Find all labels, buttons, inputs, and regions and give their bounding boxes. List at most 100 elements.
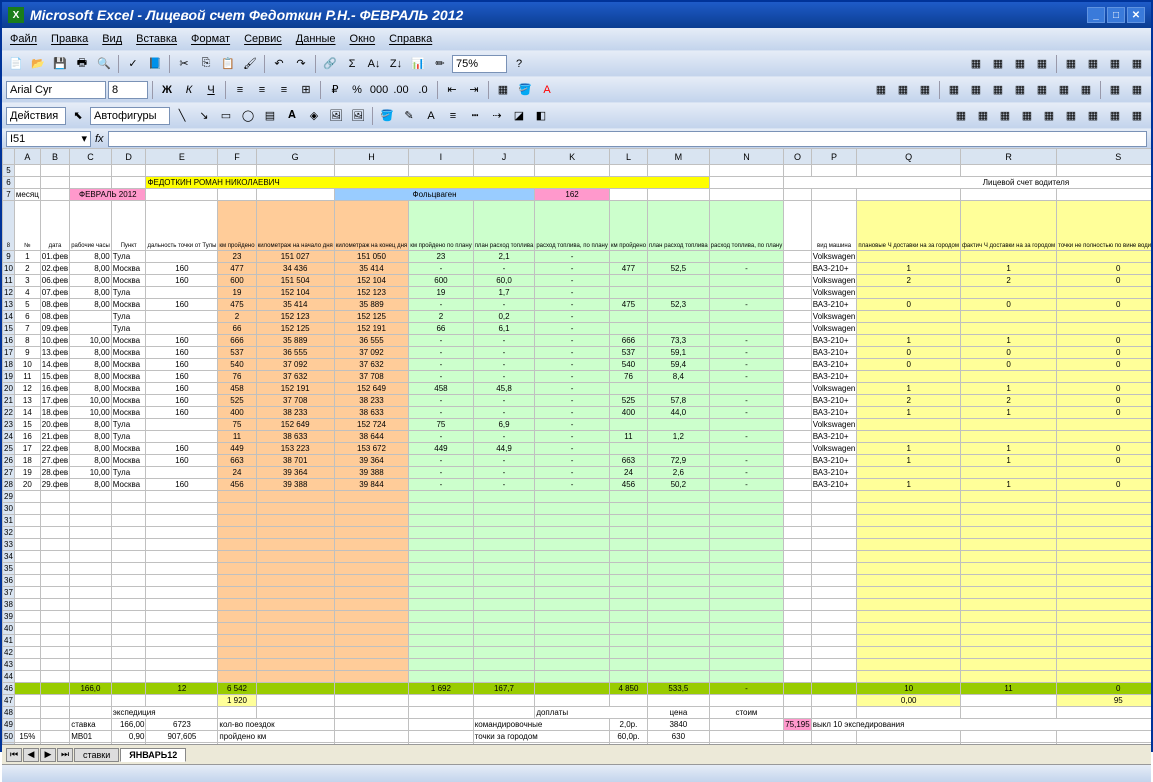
shadow-icon[interactable]: ◪ <box>509 106 529 126</box>
tb3-extra-3[interactable]: ▦ <box>995 106 1015 126</box>
row-header[interactable]: 10 <box>3 263 15 275</box>
row-header[interactable]: 33 <box>3 539 15 551</box>
align-left-icon[interactable]: ≡ <box>230 80 250 100</box>
select-icon[interactable]: ⬉ <box>68 106 88 126</box>
formatting-toolbar[interactable]: Ж К Ч ≡ ≡ ≡ ⊞ ₽ % 000 .00 .0 ⇤ ⇥ ▦ 🪣 A ▦… <box>2 76 1151 102</box>
tb3-extra-7[interactable]: ▦ <box>1083 106 1103 126</box>
col-header[interactable]: D <box>111 149 146 165</box>
chart-icon[interactable]: 📊 <box>408 54 428 74</box>
row-header[interactable]: 50 <box>3 731 15 743</box>
menu-Сервис[interactable]: Сервис <box>244 33 282 45</box>
col-header[interactable]: M <box>648 149 710 165</box>
tb-extra-5[interactable]: ▦ <box>1061 54 1081 74</box>
col-header[interactable]: F <box>218 149 256 165</box>
formula-bar[interactable] <box>108 131 1147 147</box>
row-header[interactable]: 38 <box>3 599 15 611</box>
menu-Вставка[interactable]: Вставка <box>136 33 177 45</box>
hyperlink-icon[interactable]: 🔗 <box>320 54 340 74</box>
tb-extra-6[interactable]: ▦ <box>1083 54 1103 74</box>
row-header[interactable]: 49 <box>3 719 15 731</box>
merge-icon[interactable]: ⊞ <box>296 80 316 100</box>
row-header[interactable]: 37 <box>3 587 15 599</box>
dash-icon[interactable]: ┅ <box>465 106 485 126</box>
sheet-tab[interactable]: ЯНВАРЬ12 <box>120 748 186 762</box>
drawing-toolbar[interactable]: ⬉ ╲ ↘ ▭ ◯ ▤ 𝐀 ◈ 🖼 🖼 🪣 ✎ A ≡ ┅ ⇢ ◪ ◧ ▦ ▦ … <box>2 102 1151 128</box>
dec-indent-icon[interactable]: ⇤ <box>442 80 462 100</box>
spell-icon[interactable]: ✓ <box>123 54 143 74</box>
tb3-extra-2[interactable]: ▦ <box>973 106 993 126</box>
tb2-extra-10[interactable]: ▦ <box>1076 80 1096 100</box>
row-header[interactable]: 29 <box>3 491 15 503</box>
preview-icon[interactable]: 🔍 <box>94 54 114 74</box>
tb2-extra-5[interactable]: ▦ <box>966 80 986 100</box>
tb2-extra-11[interactable]: ▦ <box>1105 80 1125 100</box>
zoom-combo[interactable] <box>452 55 507 73</box>
spreadsheet-grid[interactable]: ABCDEFGHIJKLMNOPQRSTUVWXYZAAABACADAEAF56… <box>2 148 1151 744</box>
borders-icon[interactable]: ▦ <box>493 80 513 100</box>
row-header[interactable]: 26 <box>3 455 15 467</box>
col-header[interactable]: S <box>1057 149 1151 165</box>
bold-icon[interactable]: Ж <box>157 80 177 100</box>
tab-next-icon[interactable]: ▶ <box>40 748 56 762</box>
row-header[interactable]: 51 <box>3 743 15 745</box>
sort-desc-icon[interactable]: Z↓ <box>386 54 406 74</box>
font-name-combo[interactable] <box>6 81 106 99</box>
col-header[interactable] <box>3 149 15 165</box>
align-right-icon[interactable]: ≡ <box>274 80 294 100</box>
row-header[interactable]: 32 <box>3 527 15 539</box>
textbox-icon[interactable]: ▤ <box>260 106 280 126</box>
dec-decimal-icon[interactable]: .0 <box>413 80 433 100</box>
row-header[interactable]: 43 <box>3 659 15 671</box>
sheet-tab[interactable]: ставки <box>74 748 119 762</box>
cut-icon[interactable]: ✂ <box>174 54 194 74</box>
menu-Правка[interactable]: Правка <box>51 33 88 45</box>
row-header[interactable]: 30 <box>3 503 15 515</box>
fill-icon[interactable]: 🪣 <box>377 106 397 126</box>
copy-icon[interactable]: ⎘ <box>196 54 216 74</box>
row-header[interactable]: 20 <box>3 383 15 395</box>
row-header[interactable]: 48 <box>3 707 15 719</box>
row-header[interactable]: 13 <box>3 299 15 311</box>
tb3-extra-1[interactable]: ▦ <box>951 106 971 126</box>
tb3-extra-5[interactable]: ▦ <box>1039 106 1059 126</box>
tb3-extra-8[interactable]: ▦ <box>1105 106 1125 126</box>
inc-decimal-icon[interactable]: .00 <box>391 80 411 100</box>
row-header[interactable]: 11 <box>3 275 15 287</box>
paste-icon[interactable]: 📋 <box>218 54 238 74</box>
font-size-combo[interactable] <box>108 81 148 99</box>
clipart-icon[interactable]: 🖼 <box>326 106 346 126</box>
redo-icon[interactable]: ↷ <box>291 54 311 74</box>
autoshapes-combo[interactable] <box>90 107 170 125</box>
percent-icon[interactable]: % <box>347 80 367 100</box>
row-header[interactable]: 25 <box>3 443 15 455</box>
col-header[interactable]: Q <box>857 149 961 165</box>
menu-Формат[interactable]: Формат <box>191 33 230 45</box>
tb2-extra-6[interactable]: ▦ <box>988 80 1008 100</box>
inc-indent-icon[interactable]: ⇥ <box>464 80 484 100</box>
col-header[interactable]: H <box>334 149 408 165</box>
tb2-extra-2[interactable]: ▦ <box>893 80 913 100</box>
row-header[interactable]: 47 <box>3 695 15 707</box>
row-header[interactable]: 18 <box>3 359 15 371</box>
col-header[interactable]: B <box>40 149 69 165</box>
tb-extra-4[interactable]: ▦ <box>1032 54 1052 74</box>
row-header[interactable]: 44 <box>3 671 15 683</box>
row-header[interactable]: 21 <box>3 395 15 407</box>
col-header[interactable]: I <box>409 149 474 165</box>
picture-icon[interactable]: 🖼 <box>348 106 368 126</box>
col-header[interactable]: P <box>811 149 857 165</box>
row-header[interactable]: 28 <box>3 479 15 491</box>
row-header[interactable]: 40 <box>3 623 15 635</box>
col-header[interactable]: E <box>146 149 218 165</box>
tb2-extra-7[interactable]: ▦ <box>1010 80 1030 100</box>
oval-icon[interactable]: ◯ <box>238 106 258 126</box>
row-header[interactable]: 7 <box>3 189 15 201</box>
autosum-icon[interactable]: Σ <box>342 54 362 74</box>
col-header[interactable]: R <box>960 149 1056 165</box>
research-icon[interactable]: 📘 <box>145 54 165 74</box>
italic-icon[interactable]: К <box>179 80 199 100</box>
row-header[interactable]: 5 <box>3 165 15 177</box>
row-header[interactable]: 46 <box>3 683 15 695</box>
row-header[interactable]: 35 <box>3 563 15 575</box>
fill-color-icon[interactable]: 🪣 <box>515 80 535 100</box>
